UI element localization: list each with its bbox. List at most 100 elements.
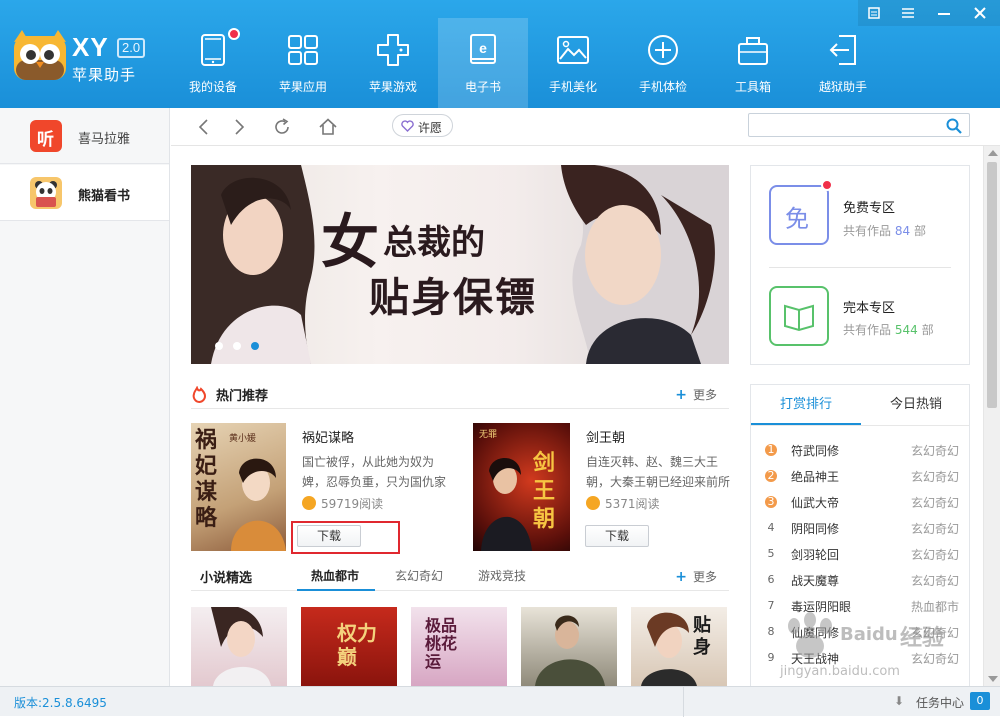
nav-jailbreak[interactable]: 越狱助手 [798,22,888,108]
novel-cover-1[interactable] [191,607,287,686]
book-description: 自连灭韩、赵、魏三大王朝，大秦王朝已经迎来前所 [586,455,731,489]
gamepad-icon [377,34,409,66]
nav-phone-theme[interactable]: 手机美化 [528,22,618,108]
zone-complete[interactable]: 完本专区 共有作品 544 部 [751,266,969,366]
tab-fantasy[interactable]: 玄幻奇幻 [395,567,443,584]
ranking-row[interactable]: 5 剑羽轮回 玄幻奇幻 [763,543,963,569]
novel-cover-title: 权力巅 [337,621,377,669]
tab-gaming[interactable]: 游戏竞技 [478,567,526,584]
ranking-row[interactable]: 2 绝品神王 玄幻奇幻 [763,465,963,491]
minimize-button[interactable] [928,2,960,24]
scroll-up-arrow[interactable] [988,150,998,156]
search-input[interactable] [753,116,939,134]
nav-label: 电子书 [464,80,501,94]
nav-label: 苹果游戏 [368,80,417,94]
thumbs-up-icon [302,496,316,510]
novel-cover-5[interactable]: 贴身 [631,607,727,686]
rank-number: 2 [765,470,777,482]
logo-version: 2.0 [117,38,146,58]
wish-button[interactable]: 许愿 [392,114,453,137]
nav-ebook[interactable]: e 电子书 [438,18,528,108]
banner-dot[interactable] [215,342,223,350]
plus-circle-icon [648,35,678,65]
ranking-row[interactable]: 4 阴阳同修 玄幻奇幻 [763,517,963,543]
refresh-button[interactable] [271,116,293,138]
home-button[interactable] [317,116,339,138]
rank-number: 5 [767,547,775,560]
menu-button[interactable] [892,2,924,24]
nav-my-device[interactable]: 我的设备 [168,22,258,108]
ranking-row[interactable]: 1 符武同修 玄幻奇幻 [763,439,963,465]
rank-number: 9 [767,651,775,664]
sidebar-item-ximalaya[interactable]: 听 喜马拉雅 [0,108,169,164]
hot-more-link[interactable]: + 更多 [675,386,717,403]
scroll-down-arrow[interactable] [988,676,998,682]
ranking-row[interactable]: 6 战天魔尊 玄幻奇幻 [763,569,963,595]
rank-title: 符武同修 [791,444,840,458]
download-button[interactable]: 下载 [585,525,649,547]
nav-apple-apps[interactable]: 苹果应用 [258,22,348,108]
ranking-row[interactable]: 8 仙魔同修 玄幻奇幻 [763,621,963,647]
banner-dot-active[interactable] [251,342,259,350]
open-book-icon [769,286,829,346]
novel-cover-3[interactable]: 极品桃花运 [411,607,507,686]
banner-dot[interactable] [233,342,241,350]
divider [751,425,969,426]
free-zone-icon: 免 [769,185,829,245]
active-tab-underline [297,589,375,591]
novel-cover-art [211,607,271,686]
plus-icon: + [675,387,687,403]
skin-button[interactable] [858,2,890,24]
book-title[interactable]: 祸妃谋略 [302,427,354,446]
zone-title: 免费专区 [843,201,896,216]
zone-count: 共有作品 84 部 [843,222,926,239]
featured-banner[interactable]: 女 总裁的 贴身保镖 [191,165,729,364]
zone-free[interactable]: 免 免费专区 共有作品 84 部 [751,166,969,266]
nav-phone-check[interactable]: 手机体检 [618,22,708,108]
rank-genre: 玄幻奇幻 [910,444,959,458]
ranking-card: 打赏排行 今日热销 1 符武同修 玄幻奇幻 2 绝品神王 玄幻奇幻 3 仙武大帝 玄幻奇幻 4 阴阳… [750,384,970,686]
novel-more-link[interactable]: + 更多 [675,568,717,585]
sidebar-item-label: 喜马拉雅 [78,132,131,147]
book-cover[interactable]: 无罪 剑王朝 [473,423,570,551]
rank-title: 阴阳同修 [791,522,840,536]
zones-card: 免 免费专区 共有作品 84 部 完本专区 共有作品 544 部 [750,165,970,365]
book-reads: 5371阅读 [586,495,660,512]
back-button[interactable] [193,116,215,138]
novel-cover-4[interactable] [521,607,617,686]
plus-icon: + [675,569,687,585]
thumbs-up-icon [586,496,600,510]
vertical-scrollbar[interactable] [983,146,1000,686]
tab-urban[interactable]: 热血都市 [311,567,359,584]
zone-count: 共有作品 544 部 [843,321,934,338]
search-icon[interactable] [945,117,963,135]
nav-apple-games[interactable]: 苹果游戏 [348,22,438,108]
rank-title: 毒运阴阳眼 [791,600,852,614]
ranking-row[interactable]: 3 仙武大帝 玄幻奇幻 [763,491,963,517]
exit-icon [829,35,856,65]
tab-reward-ranking[interactable]: 打赏排行 [751,385,861,425]
novel-cover-title: 贴身 [693,615,711,658]
nav-label: 手机美化 [548,80,597,94]
hot-fire-icon [192,386,207,403]
novel-cover-2[interactable]: 权力巅 [301,607,397,686]
sidebar-item-label: 熊猫看书 [78,189,131,204]
ranking-row[interactable]: 7 毒运阴阳眼 热血都市 [763,595,963,621]
tab-today-hot[interactable]: 今日热销 [861,385,969,425]
task-center-button[interactable]: 任务中心 [916,694,964,711]
forward-button[interactable] [228,116,250,138]
close-button[interactable] [964,2,996,24]
sidebar-item-panda-reader[interactable]: 熊猫看书 [0,165,169,221]
nav-toolbox[interactable]: 工具箱 [708,22,798,108]
book-title[interactable]: 剑王朝 [586,427,625,446]
scroll-thumb[interactable] [987,162,997,408]
divider [683,687,684,717]
zone-count-prefix: 共有作品 [843,323,892,337]
nav-label: 工具箱 [734,80,771,94]
rank-number: 8 [767,625,775,638]
section-title: 小说精选 [200,571,253,586]
book-cover[interactable]: 祸妃谋略 黄小媛 [191,423,286,551]
zone-count-suffix: 部 [913,224,926,238]
ranking-row[interactable]: 9 天王战神 玄幻奇幻 [763,647,963,673]
rank-number: 7 [767,599,775,612]
